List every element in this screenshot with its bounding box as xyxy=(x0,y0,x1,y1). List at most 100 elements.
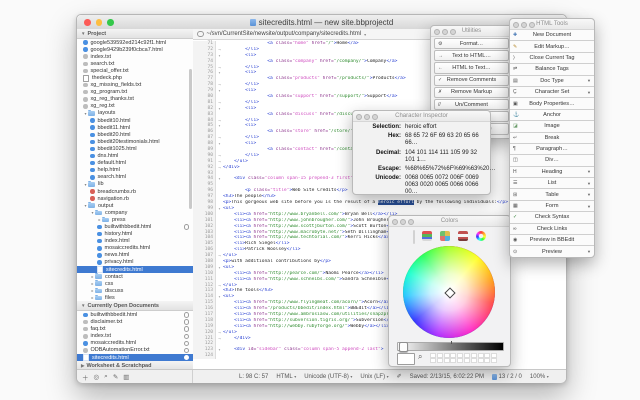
close-button[interactable] xyxy=(84,19,91,26)
encoding-menu[interactable]: Unicode (UTF-8)▾ xyxy=(304,374,352,380)
close-document-icon[interactable] xyxy=(184,355,190,361)
swatch-cell[interactable] xyxy=(450,358,456,363)
columns-icon[interactable]: ▥ xyxy=(123,373,129,381)
swatch-cell[interactable] xyxy=(484,358,490,363)
sidebar-scrollbar[interactable] xyxy=(189,69,192,209)
doc-type-button[interactable]: ▤Doc Type▼ xyxy=(510,76,594,87)
pencils-mode-button[interactable] xyxy=(475,230,487,244)
swatch-cell[interactable] xyxy=(478,358,484,363)
close-document-icon[interactable] xyxy=(184,224,190,230)
character-inspector-titlebar[interactable]: Character Inspector xyxy=(353,111,490,122)
break-button[interactable]: ↵Break xyxy=(510,133,594,144)
file-row-xg-reg-txt[interactable]: xg_reg.txt xyxy=(77,103,193,110)
zoom-button[interactable] xyxy=(107,19,114,26)
swatch-cell[interactable] xyxy=(437,353,443,358)
palette-window-buttons[interactable] xyxy=(513,22,535,28)
list-button[interactable]: ☰List▼ xyxy=(510,178,594,189)
file-row-disclaimer-txt[interactable]: disclaimer.txt xyxy=(77,319,193,326)
character-set-button[interactable]: ÇCharacter Set▼ xyxy=(510,87,594,98)
color-sliders-mode-button[interactable] xyxy=(421,230,433,244)
colors-panel-titlebar[interactable]: Colors xyxy=(389,216,510,227)
file-row-navigation-rb[interactable]: navigation.rb xyxy=(77,195,193,202)
file-row-sitecredits-html[interactable]: sitecredits.html xyxy=(77,266,193,273)
line-endings-menu[interactable]: Unix (LF)▾ xyxy=(360,374,388,380)
color-wheel-mode-button[interactable] xyxy=(413,230,415,244)
open-documents-header[interactable]: ▼ Currently Open Documents xyxy=(77,301,193,311)
image-palettes-mode-button[interactable] xyxy=(457,230,469,244)
target-icon[interactable]: ◎ xyxy=(94,373,100,381)
file-row-index-txt[interactable]: index.txt xyxy=(77,333,193,340)
file-row-builtwithbbedit-html[interactable]: builtwithbbedit.html xyxy=(77,223,193,230)
file-row-bbedit11-html[interactable]: bbedit11.html xyxy=(77,124,193,131)
color-wheel[interactable] xyxy=(403,246,495,338)
folder-row-lib[interactable]: ▾lib xyxy=(77,181,193,188)
remove-markup-button[interactable]: ✗Remove Markup xyxy=(434,87,509,98)
folder-row-files[interactable]: ▸files xyxy=(77,294,193,301)
file-row-privacy-html[interactable]: privacy.html xyxy=(77,259,193,266)
disclosure-triangle-icon[interactable]: ▶ xyxy=(81,363,84,369)
heading-button[interactable]: HHeading▼ xyxy=(510,167,594,178)
html-to-text-button[interactable]: ←HTML to Text… xyxy=(434,62,509,73)
un-comment-button[interactable]: //Un/Comment xyxy=(434,99,509,110)
close-document-icon[interactable] xyxy=(184,326,190,332)
swatch-cell[interactable] xyxy=(444,353,450,358)
swatch-cell[interactable] xyxy=(457,353,463,358)
file-row-help-html[interactable]: help.html xyxy=(77,167,193,174)
file-row-xg-missing-fields-txt[interactable]: xg_missing_fields.txt xyxy=(77,82,193,89)
file-row-news-html[interactable]: news.html xyxy=(77,252,193,259)
search-icon[interactable]: ⌕ xyxy=(104,373,108,381)
swatch-cell[interactable] xyxy=(484,353,490,358)
file-row-special-offer-txt[interactable]: special_offer.txt xyxy=(77,67,193,74)
magnifier-icon[interactable]: ⌕ xyxy=(418,352,422,362)
file-row-index-html[interactable]: index.html xyxy=(77,238,193,245)
file-row-index-txt[interactable]: index.txt xyxy=(77,53,193,60)
body-properties-button[interactable]: ▣Body Properties… xyxy=(510,98,594,109)
document-proxy-icon[interactable] xyxy=(250,19,256,26)
new-document-button[interactable]: ✚New Document xyxy=(510,30,594,41)
folder-row-output[interactable]: ▾output xyxy=(77,202,193,209)
close-document-icon[interactable] xyxy=(184,348,190,354)
folder-row-discuss[interactable]: ▸discuss xyxy=(77,287,193,294)
color-wheel-crosshair[interactable] xyxy=(444,287,455,298)
preview-in-bbedit-button[interactable]: ◉Preview in BBEdit xyxy=(510,235,594,246)
table-button[interactable]: ⊞Table▼ xyxy=(510,189,594,200)
worksheet-header[interactable]: ▶ Worksheet & Scratchpad xyxy=(77,361,193,369)
file-row-google539592ed214c92f1-html[interactable]: google539592ed214c92f1.html xyxy=(77,39,193,46)
remove-comments-button[interactable]: ✓Remove Comments xyxy=(434,75,509,86)
preview-button[interactable]: ⊙Preview▼ xyxy=(510,246,594,256)
file-row-breadcrumbs-rb[interactable]: breadcrumbs.rb xyxy=(77,188,193,195)
file-row-bbedit1025-html[interactable]: bbedit1025.html xyxy=(77,145,193,152)
form-button[interactable]: ▦Form▼ xyxy=(510,201,594,212)
utilities-palette-titlebar[interactable]: Utilities xyxy=(431,26,512,37)
palette-window-buttons[interactable] xyxy=(356,114,378,120)
minimize-button[interactable] xyxy=(96,19,103,26)
swatch-cell[interactable] xyxy=(437,358,443,363)
close-document-icon[interactable] xyxy=(184,334,190,340)
swatch-cell[interactable] xyxy=(464,358,470,363)
file-row-bbedit10-html[interactable]: bbedit10.html xyxy=(77,117,193,124)
project-header[interactable]: ▼ Project xyxy=(77,29,193,39)
file-row-search-txt[interactable]: search.txt xyxy=(77,60,193,67)
anchor-button[interactable]: ⚓Anchor xyxy=(510,110,594,121)
check-links-button[interactable]: ∞Check Links xyxy=(510,224,594,235)
folder-row-css[interactable]: ▸css xyxy=(77,280,193,287)
file-row-dns-html[interactable]: dns.html xyxy=(77,153,193,160)
swatch-cell[interactable] xyxy=(444,358,450,363)
swatch-cell[interactable] xyxy=(471,358,477,363)
language-menu[interactable]: HTML▾ xyxy=(276,374,296,380)
folder-row-press[interactable]: ▸press xyxy=(77,216,193,223)
close-document-icon[interactable] xyxy=(184,341,190,347)
swatch-cell[interactable] xyxy=(491,358,497,363)
file-row-xg-program-txt[interactable]: xg_program.txt xyxy=(77,89,193,96)
edit-icon[interactable]: ✎ xyxy=(113,373,118,381)
text-to-html-button[interactable]: →Text to HTML… xyxy=(434,50,509,61)
file-row-odbautomationerror-txt[interactable]: ODBAutomationError.txt xyxy=(77,347,193,354)
swatch-cell[interactable] xyxy=(450,353,456,358)
palette-window-buttons[interactable] xyxy=(392,219,414,225)
file-row-faq-txt[interactable]: faq.txt xyxy=(77,326,193,333)
brightness-slider-knob[interactable] xyxy=(399,342,408,352)
folder-row-contact[interactable]: ▸contact xyxy=(77,273,193,280)
swatch-cell[interactable] xyxy=(430,358,436,363)
disclosure-triangle-icon[interactable]: ▼ xyxy=(81,303,85,308)
file-row-builtwithbbedit-html[interactable]: builtwithbbedit.html xyxy=(77,311,193,318)
